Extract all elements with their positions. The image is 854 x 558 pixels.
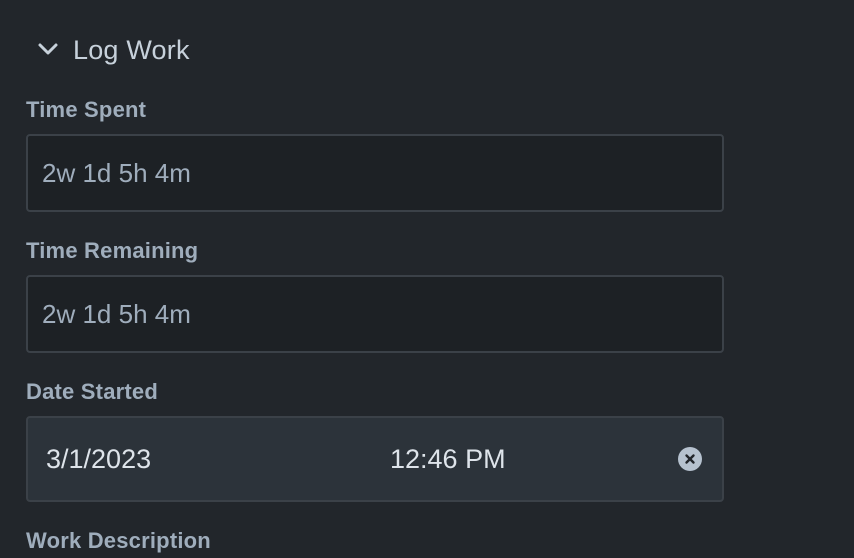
time-remaining-label: Time Remaining — [26, 238, 199, 263]
time-remaining-field[interactable] — [26, 275, 724, 353]
time-input[interactable]: 12:46 PM — [390, 418, 506, 500]
time-spent-input[interactable] — [42, 157, 722, 189]
date-started-label: Date Started — [26, 379, 158, 404]
time-spent-label: Time Spent — [26, 97, 147, 122]
clear-icon[interactable] — [678, 447, 702, 471]
log-work-toggle[interactable]: Log Work — [36, 30, 190, 70]
section-title: Log Work — [73, 34, 190, 65]
time-spent-field[interactable] — [26, 134, 724, 212]
work-description-label: Work Description — [26, 528, 211, 553]
date-input[interactable]: 3/1/2023 — [46, 418, 151, 500]
time-remaining-input[interactable] — [42, 298, 722, 330]
date-started-field[interactable]: 3/1/2023 12:46 PM — [26, 416, 724, 502]
chevron-down-icon — [36, 37, 62, 63]
